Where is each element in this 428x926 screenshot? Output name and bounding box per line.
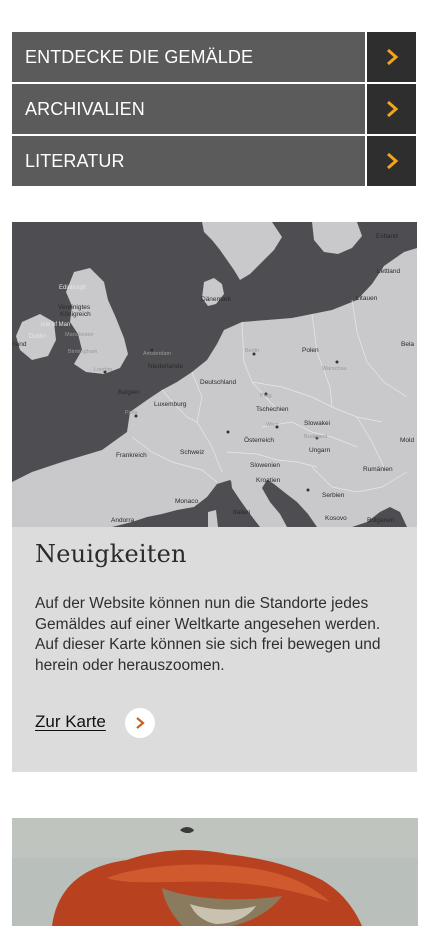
map-label-serbien: Serbien	[322, 492, 345, 499]
map-label-litauen: Litauen	[356, 295, 378, 302]
map-label-andorra: Andorra	[111, 517, 135, 524]
europe-map-image[interactable]: Estland Lettland Litauen Edinburgh Verei…	[12, 222, 417, 527]
map-label-paris: Paris	[125, 410, 138, 416]
nav-arrow-button[interactable]	[367, 84, 416, 134]
nav-item-literatur[interactable]: LITERATUR	[12, 136, 416, 186]
map-label-birmingham: Birmingham	[68, 349, 98, 355]
map-label-london: London	[94, 367, 112, 373]
chevron-right-icon	[136, 717, 145, 729]
map-label-budapest: Budapest	[304, 434, 328, 440]
map-label-belgien: Belgien	[118, 389, 140, 396]
map-label-luxemburg: Luxemburg	[154, 401, 187, 408]
map-label-monaco: Monaco	[175, 498, 199, 505]
news-body-text: Auf der Website können nun die Standorte…	[35, 595, 381, 674]
nav-item-archivalien[interactable]: ARCHIVALIEN	[12, 84, 416, 134]
map-label-slowakei: Slowakei	[304, 420, 330, 427]
map-label-tschechien: Tschechien	[256, 406, 289, 413]
nav-item-label[interactable]: ENTDECKE DIE GEMÄLDE	[12, 32, 365, 82]
map-label-lettland: Lettland	[377, 268, 401, 275]
map-label-polen: Polen	[302, 347, 319, 354]
nav-arrow-button[interactable]	[367, 32, 416, 82]
map-label-schweiz: Schweiz	[180, 449, 204, 456]
chevron-right-icon	[386, 100, 398, 118]
map-label-dublin: Dublin	[29, 334, 46, 340]
map-label-amsterdam: Amsterdam	[143, 351, 172, 357]
zur-karte-button[interactable]	[125, 708, 155, 738]
nav-item-gemaelde[interactable]: ENTDECKE DIE GEMÄLDE	[12, 32, 416, 82]
chevron-right-icon	[386, 48, 398, 66]
nav-item-label[interactable]: ARCHIVALIEN	[12, 84, 365, 134]
painting-graphic	[12, 818, 418, 926]
map-label-edinburgh: Edinburgh	[59, 285, 86, 291]
map-label-vereinigtes: Vereinigtes	[58, 304, 91, 311]
map-label-isle-of-man: Isle of Man	[41, 322, 70, 328]
map-label-land: rland	[12, 341, 27, 348]
map-label-bulgarien: Bulgarien	[367, 517, 395, 524]
map-label-ungarn: Ungarn	[309, 447, 331, 454]
chevron-right-icon	[386, 152, 398, 170]
map-label-bela: Bela	[401, 341, 414, 348]
map-label-estland: Estland	[376, 233, 398, 240]
map-label-berlin: Berlin	[245, 348, 259, 354]
map-label-italien: Italien	[233, 509, 251, 516]
map-label-warschau: Warschau	[322, 366, 347, 372]
map-label-daenemark: Dänemark	[201, 296, 232, 303]
map-label-koenigreich: Königreich	[60, 311, 91, 318]
map-label-rumaenien: Rumänien	[363, 466, 393, 473]
map-label-wien: Wien	[266, 422, 279, 428]
map-label-slowenien: Slowenien	[250, 462, 280, 469]
map-label-deutschland: Deutschland	[200, 379, 237, 386]
map-label-kosovo: Kosovo	[325, 515, 347, 522]
nav-item-label[interactable]: LITERATUR	[12, 136, 365, 186]
map-label-niederlande: Niederlande	[148, 363, 183, 370]
zur-karte-link[interactable]: Zur Karte	[35, 712, 106, 732]
map-label-oesterreich: Österreich	[244, 436, 274, 444]
map-label-frankreich: Frankreich	[116, 452, 147, 459]
europe-map-graphic: Estland Lettland Litauen Edinburgh Verei…	[12, 222, 417, 527]
map-label-kroatien: Kroatien	[256, 477, 281, 484]
map-label-mold: Mold	[400, 437, 414, 444]
painting-preview-image[interactable]	[12, 818, 418, 926]
news-title: Neuigkeiten	[35, 540, 187, 568]
nav-arrow-button[interactable]	[367, 136, 416, 186]
news-card: Estland Lettland Litauen Edinburgh Verei…	[12, 222, 417, 772]
map-label-manchester: Manchester	[65, 332, 94, 338]
map-label-prag: Prag	[260, 393, 272, 399]
